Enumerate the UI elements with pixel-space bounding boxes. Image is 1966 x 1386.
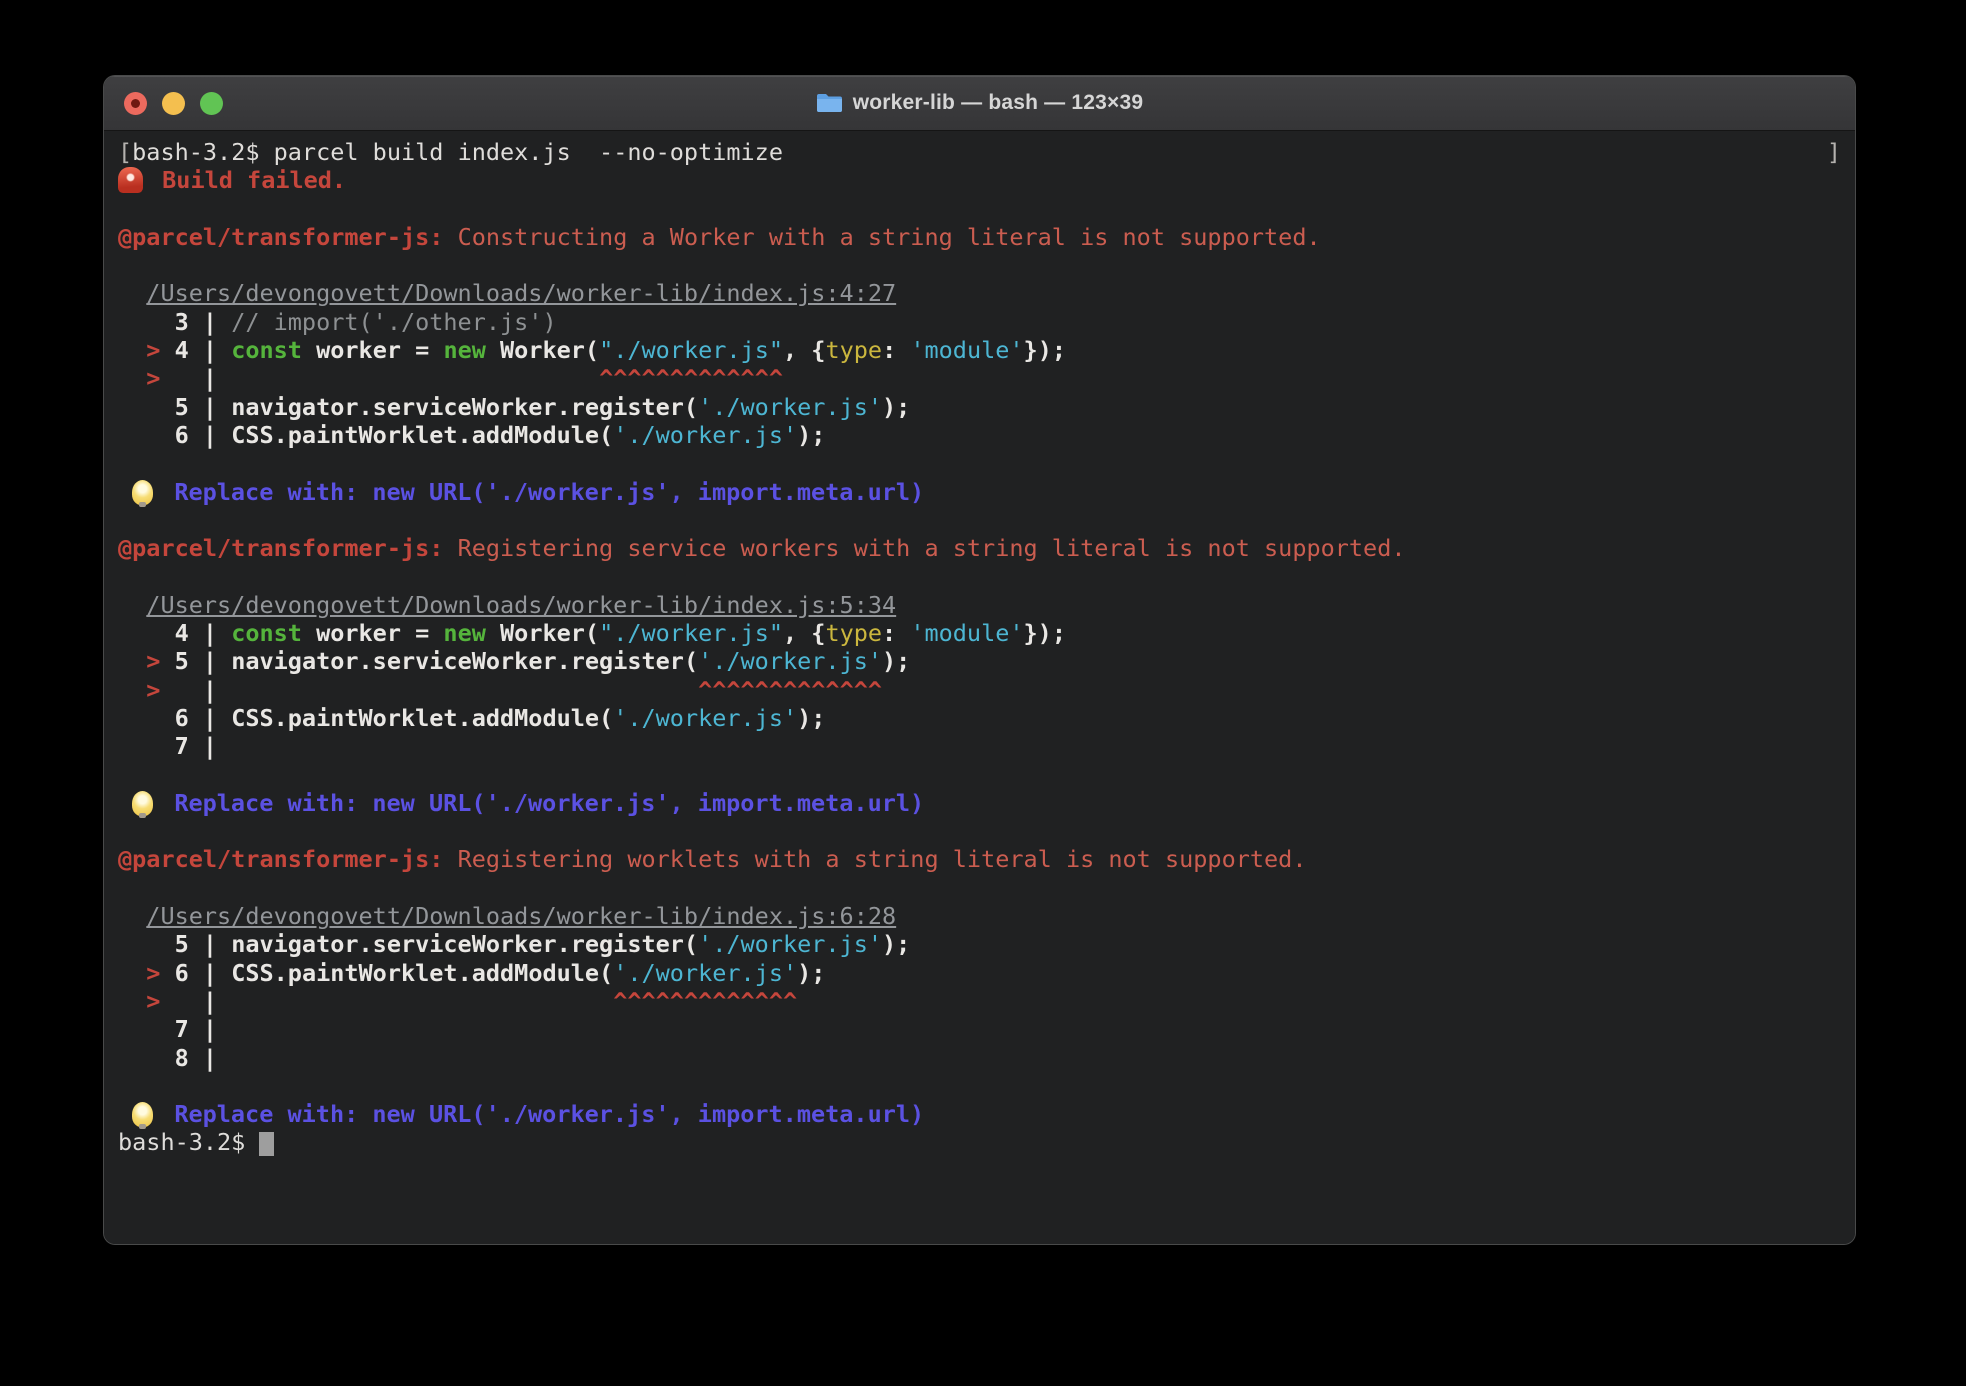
terminal-line: @parcel/transformer-js: Constructing a W… <box>118 223 1841 251</box>
terminal-line: 5 | navigator.serviceWorker.register('./… <box>118 930 1841 958</box>
terminal-line: 7 | <box>118 732 1841 760</box>
titlebar[interactable]: worker-lib — bash — 123×39 <box>104 76 1855 131</box>
terminal-line: 4 | const worker = new Worker("./worker.… <box>118 619 1841 647</box>
terminal-line: @parcel/transformer-js: Registering serv… <box>118 534 1841 562</box>
terminal-cursor <box>259 1132 273 1156</box>
terminal-line: 6 | CSS.paintWorklet.addModule('./worker… <box>118 704 1841 732</box>
terminal-line: /Users/devongovett/Downloads/worker-lib/… <box>118 279 1841 307</box>
terminal-line: Replace with: new URL('./worker.js', imp… <box>118 478 1841 506</box>
terminal-line <box>118 195 1841 223</box>
close-button[interactable] <box>124 92 147 115</box>
terminal-line: > | ^^^^^^^^^^^^^ <box>118 676 1841 704</box>
zoom-button[interactable] <box>200 92 223 115</box>
terminal-line: 7 | <box>118 1015 1841 1043</box>
terminal-line: 6 | CSS.paintWorklet.addModule('./worker… <box>118 421 1841 449</box>
siren-icon <box>118 167 143 193</box>
bulb-icon <box>132 1102 153 1127</box>
terminal-line: /Users/devongovett/Downloads/worker-lib/… <box>118 591 1841 619</box>
terminal-line: 5 | navigator.serviceWorker.register('./… <box>118 393 1841 421</box>
bulb-icon <box>132 480 153 505</box>
terminal-line: /Users/devongovett/Downloads/worker-lib/… <box>118 902 1841 930</box>
title-group: worker-lib — bash — 123×39 <box>816 91 1144 115</box>
minimize-button[interactable] <box>162 92 185 115</box>
terminal-line: > 4 | const worker = new Worker("./worke… <box>118 336 1841 364</box>
terminal-output[interactable]: [bash-3.2$ parcel build index.js --no-op… <box>104 131 1855 1245</box>
terminal-line: Build failed. <box>118 166 1841 194</box>
terminal-line <box>118 506 1841 534</box>
folder-icon <box>816 92 843 114</box>
traffic-lights <box>124 76 223 130</box>
terminal-line: > 5 | navigator.serviceWorker.register('… <box>118 647 1841 675</box>
terminal-line: Replace with: new URL('./worker.js', imp… <box>118 789 1841 817</box>
terminal-line <box>118 1072 1841 1100</box>
terminal-line: [bash-3.2$ parcel build index.js --no-op… <box>118 138 1841 166</box>
terminal-line <box>118 251 1841 279</box>
terminal-line <box>118 817 1841 845</box>
terminal-line: > 6 | CSS.paintWorklet.addModule('./work… <box>118 959 1841 987</box>
terminal-line: > | ^^^^^^^^^^^^^ <box>118 987 1841 1015</box>
terminal-line: 8 | <box>118 1044 1841 1072</box>
terminal-line: @parcel/transformer-js: Registering work… <box>118 845 1841 873</box>
window-title: worker-lib — bash — 123×39 <box>853 91 1144 115</box>
terminal-line <box>118 874 1841 902</box>
terminal-line: > | ^^^^^^^^^^^^^ <box>118 364 1841 392</box>
terminal-line <box>118 761 1841 789</box>
bulb-icon <box>132 791 153 816</box>
terminal-line: 3 | // import('./other.js') <box>118 308 1841 336</box>
terminal-line <box>118 562 1841 590</box>
terminal-line: Replace with: new URL('./worker.js', imp… <box>118 1100 1841 1128</box>
terminal-window: worker-lib — bash — 123×39 [bash-3.2$ pa… <box>103 75 1856 1245</box>
terminal-line <box>118 449 1841 477</box>
terminal-line: bash-3.2$ <box>118 1128 1841 1156</box>
